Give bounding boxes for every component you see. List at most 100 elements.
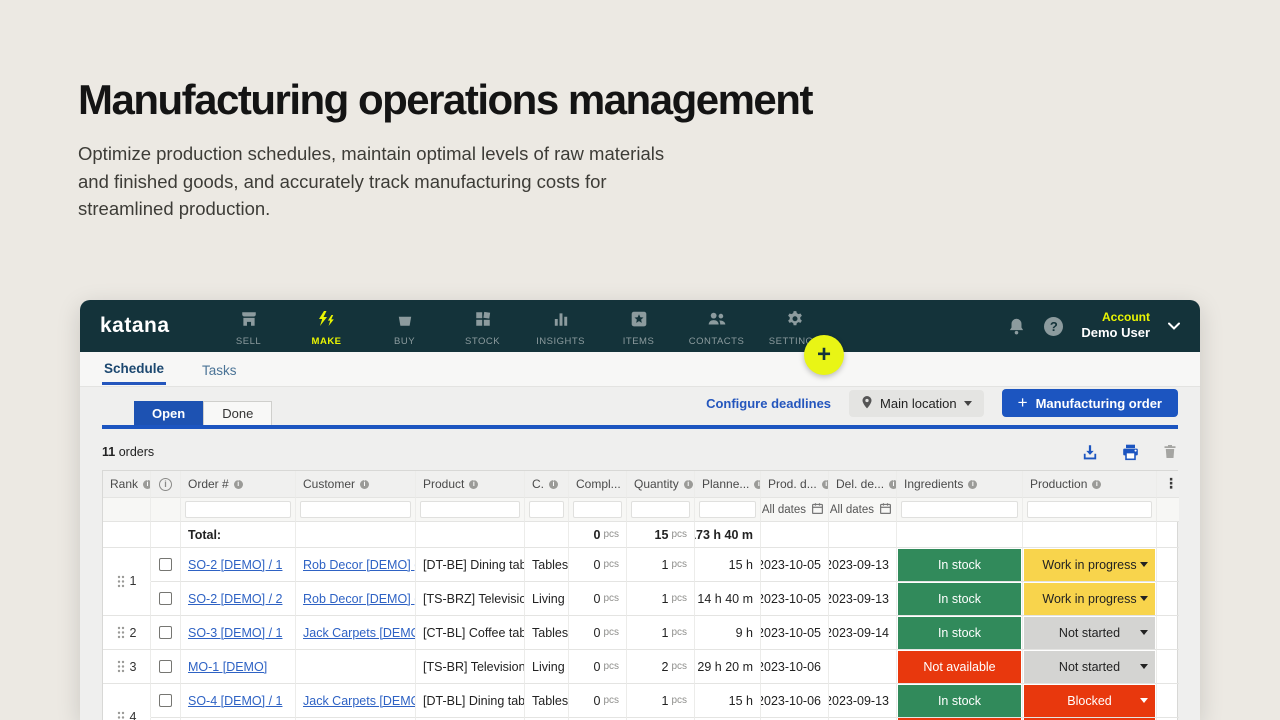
- col-production[interactable]: Productioni: [1023, 471, 1157, 498]
- nav-item-label: INSIGHTS: [536, 336, 585, 347]
- download-icon[interactable]: [1081, 443, 1099, 461]
- table-total-row: Total:0pcs15pcs173 h 40 m: [103, 522, 1177, 548]
- manufacturing-order-button[interactable]: + Manufacturing order: [1002, 389, 1178, 417]
- nav-item-buy[interactable]: BUY: [366, 306, 444, 347]
- chevron-down-icon[interactable]: [1168, 317, 1180, 335]
- column-filter-input[interactable]: [185, 501, 291, 518]
- filter-cell: All dates: [829, 498, 897, 522]
- customer-link[interactable]: Jack Carpets [DEMO] (S: [303, 694, 416, 708]
- row-checkbox[interactable]: [159, 558, 172, 571]
- column-filter-input[interactable]: [699, 501, 756, 518]
- row-checkbox[interactable]: [159, 660, 172, 673]
- drag-handle-icon[interactable]: [117, 711, 125, 720]
- col-customer[interactable]: Customeri: [296, 471, 416, 498]
- filter-cell: [181, 498, 296, 522]
- drag-handle-icon[interactable]: [117, 660, 125, 673]
- planned-time-cell: 15 h: [695, 684, 761, 718]
- column-menu-icon[interactable]: ⋮: [1164, 476, 1178, 492]
- column-filter-input[interactable]: [529, 501, 564, 518]
- bell-icon[interactable]: [1007, 317, 1026, 336]
- col-info[interactable]: i: [151, 471, 181, 498]
- row-checkbox[interactable]: [159, 592, 172, 605]
- add-button[interactable]: +: [804, 335, 844, 375]
- column-label: Prod. d...: [768, 477, 817, 491]
- table-row: 4SO-4 [DEMO] / 1Jack Carpets [DEMO] (S[D…: [103, 684, 1177, 718]
- order-link[interactable]: SO-2 [DEMO] / 2: [188, 592, 282, 606]
- column-label: Quantity: [634, 477, 679, 491]
- badge-label: Work in progress: [1042, 592, 1136, 606]
- nav-item-items[interactable]: ITEMS: [600, 306, 678, 347]
- drag-handle-icon[interactable]: [117, 575, 125, 588]
- location-label: Main location: [880, 396, 957, 411]
- open-tab[interactable]: Open: [134, 401, 203, 425]
- order-link[interactable]: SO-2 [DEMO] / 1: [188, 558, 282, 572]
- customer-link[interactable]: Rob Decor [DEMO] (SO: [303, 558, 416, 572]
- help-icon[interactable]: ?: [1044, 317, 1063, 336]
- production-status-badge[interactable]: Blocked: [1024, 685, 1155, 717]
- col-rank[interactable]: Ranki: [103, 471, 151, 498]
- column-filter-input[interactable]: [1027, 501, 1152, 518]
- column-label: Customer: [303, 477, 355, 491]
- page-subtitle: Optimize production schedules, maintain …: [78, 140, 698, 223]
- order-link[interactable]: MO-1 [DEMO]: [188, 660, 267, 674]
- drag-handle-icon[interactable]: [117, 626, 125, 639]
- table-body: 1SO-2 [DEMO] / 1Rob Decor [DEMO] (SO[DT-…: [103, 548, 1177, 720]
- column-info-icon: i: [889, 480, 897, 489]
- col-product[interactable]: Producti: [416, 471, 525, 498]
- customer-cell: [296, 650, 416, 684]
- col-category[interactable]: C.i: [525, 471, 569, 498]
- col-prod-deadline[interactable]: Prod. d...i: [761, 471, 829, 498]
- col-del-deadline[interactable]: Del. de...i: [829, 471, 897, 498]
- column-filter-input[interactable]: [901, 501, 1018, 518]
- configure-deadlines-link[interactable]: Configure deadlines: [706, 396, 831, 411]
- account-label: Account: [1081, 310, 1150, 325]
- column-filter-input[interactable]: [300, 501, 411, 518]
- production-status-badge[interactable]: Not started: [1024, 651, 1155, 683]
- customer-link[interactable]: Jack Carpets [DEMO] (S: [303, 626, 416, 640]
- orders-bar: 11 orders: [102, 433, 1178, 470]
- product-cell: [CT-BL] Coffee table [D: [416, 616, 525, 650]
- row-checkbox[interactable]: [159, 626, 172, 639]
- nav-item-insights[interactable]: INSIGHTS: [522, 306, 600, 347]
- badge-label: Not started: [1059, 660, 1120, 674]
- ingredients-cell: Not available: [897, 650, 1023, 684]
- tab-tasks[interactable]: Tasks: [200, 355, 239, 384]
- account-menu[interactable]: Account Demo User: [1081, 310, 1150, 341]
- print-icon[interactable]: [1121, 443, 1140, 461]
- badge-caret-icon: [1140, 562, 1148, 567]
- column-label: Planne...: [702, 477, 749, 491]
- all-dates-filter[interactable]: All dates: [765, 502, 824, 518]
- column-filter-input[interactable]: [631, 501, 690, 518]
- done-tab[interactable]: Done: [203, 401, 272, 425]
- content-area: Open Done Configure deadlines Main locat…: [80, 387, 1200, 720]
- order-link[interactable]: SO-3 [DEMO] / 1: [188, 626, 282, 640]
- all-dates-filter[interactable]: All dates: [833, 502, 892, 518]
- nav-item-stock[interactable]: STOCK: [444, 306, 522, 347]
- col-order[interactable]: Order #i: [181, 471, 296, 498]
- col-planned[interactable]: Planne...i: [695, 471, 761, 498]
- location-selector[interactable]: Main location: [849, 390, 984, 417]
- filter-cell: [296, 498, 416, 522]
- tab-schedule[interactable]: Schedule: [102, 353, 166, 385]
- col-menu[interactable]: ⋮: [1157, 471, 1179, 498]
- nav-item-contacts[interactable]: CONTACTS: [678, 306, 756, 347]
- production-status-badge[interactable]: Work in progress: [1024, 583, 1155, 615]
- customer-cell: Rob Decor [DEMO] (SO: [296, 548, 416, 582]
- column-filter-input[interactable]: [573, 501, 622, 518]
- nav-item-sell[interactable]: SELL: [210, 306, 288, 347]
- customer-link[interactable]: Rob Decor [DEMO] (SO: [303, 592, 416, 606]
- col-ingredients[interactable]: Ingredientsi: [897, 471, 1023, 498]
- row-checkbox[interactable]: [159, 694, 172, 707]
- order-link[interactable]: SO-4 [DEMO] / 1: [188, 694, 282, 708]
- col-completed[interactable]: Compl...i: [569, 471, 627, 498]
- storefront-icon: [240, 310, 258, 333]
- col-quantity[interactable]: Quantityi: [627, 471, 695, 498]
- production-status-badge[interactable]: Not started: [1024, 617, 1155, 649]
- trash-icon[interactable]: [1162, 443, 1178, 460]
- customer-cell: Jack Carpets [DEMO] (S: [296, 616, 416, 650]
- column-filter-input[interactable]: [420, 501, 520, 518]
- production-status-badge[interactable]: Work in progress: [1024, 549, 1155, 581]
- nav-item-make[interactable]: MAKE: [288, 306, 366, 347]
- planned-time-cell: 9 h: [695, 616, 761, 650]
- nav-item-label: STOCK: [465, 336, 500, 347]
